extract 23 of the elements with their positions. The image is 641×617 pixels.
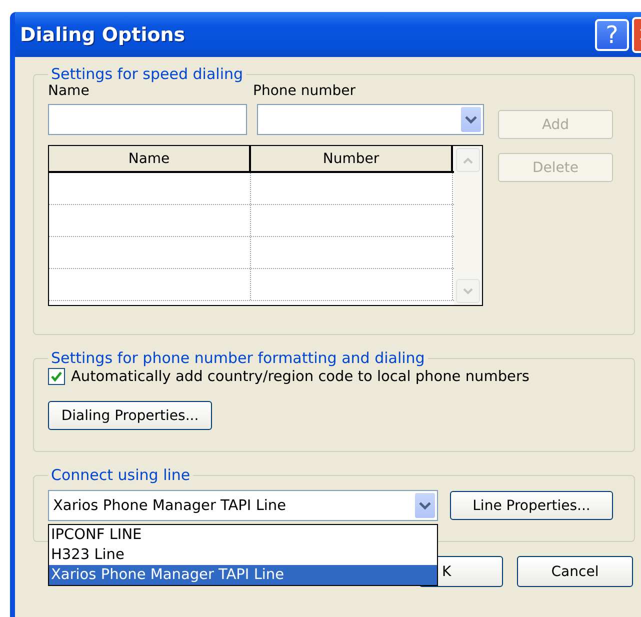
dropdown-option[interactable]: IPCONF LINE: [49, 525, 437, 545]
window-title: Dialing Options: [20, 24, 186, 46]
scrollbar[interactable]: [454, 146, 482, 305]
speed-dial-list[interactable]: Name Number: [48, 145, 483, 306]
field-label: Phone number: [253, 83, 356, 99]
checkbox[interactable]: [48, 368, 65, 385]
group-legend: Settings for speed dialing: [48, 65, 246, 83]
checkbox-label: Automatically add country/region code to local phone numbers: [71, 368, 530, 384]
phone-number-combo[interactable]: [257, 104, 484, 135]
scroll-down-icon[interactable]: [456, 279, 480, 303]
group-legend: Connect using line: [48, 466, 194, 484]
scroll-up-icon[interactable]: [456, 148, 480, 172]
column-header[interactable]: Name: [49, 146, 251, 171]
line-properties-button[interactable]: Line Properties...: [450, 491, 613, 520]
group-legend: Settings for phone number formatting and dialing: [48, 349, 428, 367]
dialing-properties-button[interactable]: Dialing Properties...: [48, 401, 212, 430]
column-header[interactable]: Number: [251, 146, 453, 171]
help-button[interactable]: ?: [595, 18, 629, 50]
line-combo[interactable]: Xarios Phone Manager TAPI Line: [48, 490, 438, 521]
name-field[interactable]: [48, 104, 247, 135]
dropdown-option[interactable]: Xarios Phone Manager TAPI Line: [49, 565, 437, 585]
cancel-button[interactable]: Cancel: [517, 556, 633, 587]
field-label: Name: [48, 83, 90, 99]
